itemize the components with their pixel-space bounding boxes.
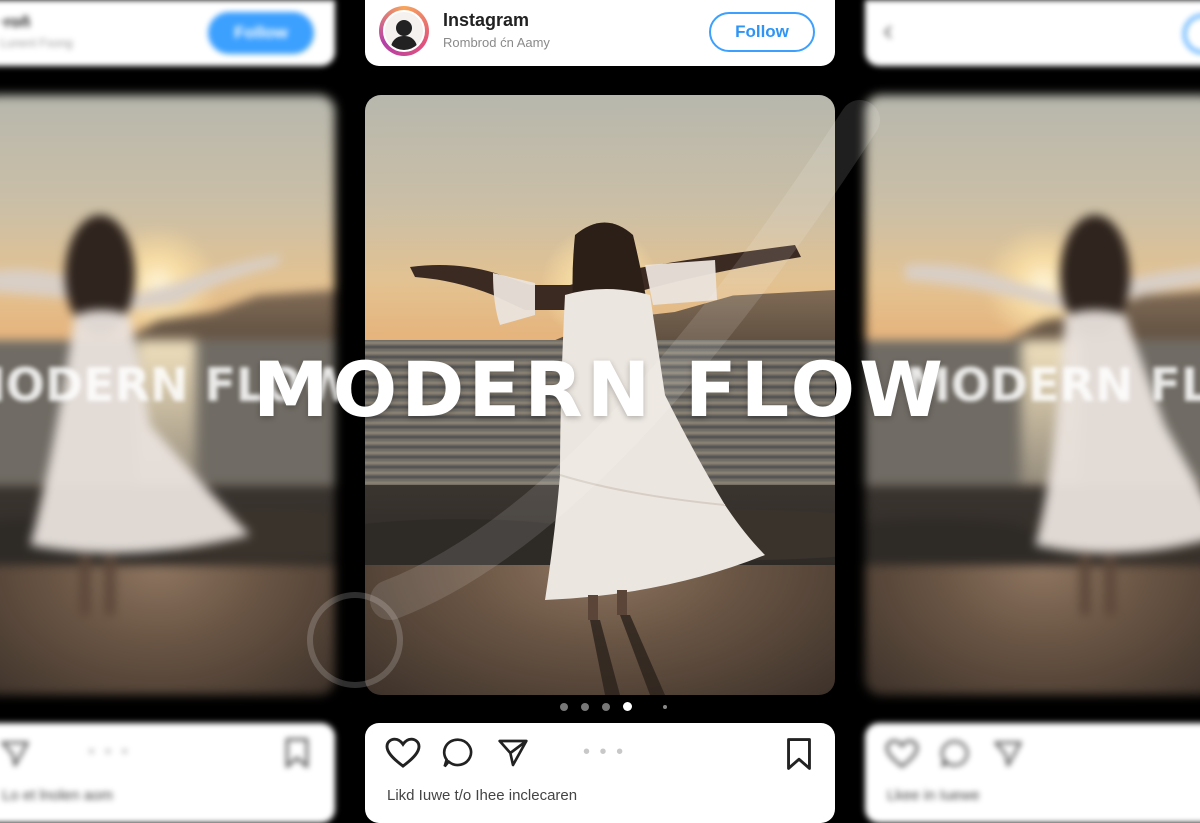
carousel-dot[interactable] bbox=[602, 702, 610, 711]
post-actions: • • • Likd Iuwe t/o Ihee inclecaren bbox=[365, 723, 835, 823]
bookmark-icon[interactable] bbox=[785, 737, 813, 771]
left-account-subtitle: Lunenl Fsong bbox=[0, 36, 73, 50]
comment-icon[interactable] bbox=[939, 739, 971, 769]
carousel-dot-active[interactable] bbox=[623, 702, 632, 711]
left-post-header: ∙roñ Lunenl Fsong Follow bbox=[0, 0, 335, 66]
follow-button[interactable]: Follow bbox=[709, 12, 815, 52]
left-post-actions: • • • Lo et lnolen aom bbox=[0, 723, 335, 823]
account-subtitle: Rombrod ćn Aamy bbox=[443, 35, 550, 50]
right-post-header: ‹ bbox=[865, 0, 1200, 66]
carousel-dot[interactable] bbox=[663, 704, 667, 709]
post-title-overlay: MODERN FLOW bbox=[253, 345, 947, 434]
carousel-dot[interactable] bbox=[581, 702, 589, 711]
right-post-actions: Lkee in Iuewe bbox=[865, 723, 1200, 823]
more-icon[interactable]: • • • bbox=[88, 741, 130, 764]
share-icon[interactable] bbox=[993, 739, 1023, 769]
share-icon[interactable] bbox=[497, 737, 529, 769]
left-account-name[interactable]: ∙roñ bbox=[0, 14, 30, 32]
bookmark-icon[interactable] bbox=[284, 737, 310, 769]
post-header: Instagram Rombrod ćn Aamy Follow bbox=[365, 0, 835, 66]
heart-icon[interactable] bbox=[885, 739, 919, 769]
comment-icon[interactable] bbox=[441, 737, 475, 769]
likes-text: Likd Iuwe t/o Ihee inclecaren bbox=[387, 787, 578, 804]
account-name[interactable]: Instagram bbox=[443, 10, 529, 31]
avatar[interactable] bbox=[379, 6, 429, 56]
right-avatar[interactable] bbox=[1183, 14, 1200, 54]
left-likes-text: Lo et lnolen aom bbox=[2, 787, 113, 804]
more-icon[interactable]: • • • bbox=[583, 741, 625, 764]
carousel-indicator bbox=[560, 702, 667, 711]
share-icon[interactable] bbox=[0, 739, 30, 769]
right-likes-text: Lkee in Iuewe bbox=[887, 787, 980, 804]
carousel-dot[interactable] bbox=[560, 702, 568, 711]
back-chevron-icon[interactable]: ‹ bbox=[883, 16, 893, 46]
left-follow-button[interactable]: Follow bbox=[208, 12, 314, 54]
heart-icon[interactable] bbox=[385, 737, 421, 769]
